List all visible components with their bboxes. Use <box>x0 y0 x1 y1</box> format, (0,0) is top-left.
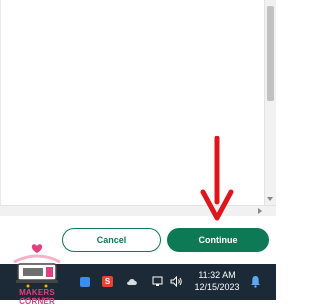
horizontal-scrollbar[interactable] <box>0 205 276 216</box>
scroll-right-arrow-icon[interactable] <box>258 208 262 214</box>
volume-icon[interactable] <box>170 276 183 287</box>
scroll-down-arrow-icon[interactable] <box>267 197 273 201</box>
red-arrow-annotation-icon <box>200 136 234 221</box>
sewing-machine-logo-icon <box>13 244 61 288</box>
onedrive-cloud-icon[interactable] <box>126 277 138 285</box>
clock-time: 11:32 AM <box>198 270 236 280</box>
vertical-scrollbar[interactable] <box>264 0 276 205</box>
watermark-subtitle: CRAFTS <box>22 296 52 301</box>
clock-date: 12/15/2023 <box>194 282 240 292</box>
blue-app-icon[interactable] <box>80 277 90 287</box>
makers-corner-logo: MAKERS CORNER CRAFTS <box>0 238 74 306</box>
continue-button[interactable]: Continue <box>167 228 269 252</box>
taskbar-clock[interactable]: 11:32 AM 12/15/2023 <box>191 269 243 293</box>
cancel-button[interactable]: Cancel <box>62 228 161 252</box>
notification-bell-icon[interactable] <box>250 275 261 288</box>
vertical-scrollbar-thumb[interactable] <box>267 6 274 101</box>
network-icon[interactable] <box>152 276 163 287</box>
red-app-icon[interactable]: S <box>102 276 113 287</box>
